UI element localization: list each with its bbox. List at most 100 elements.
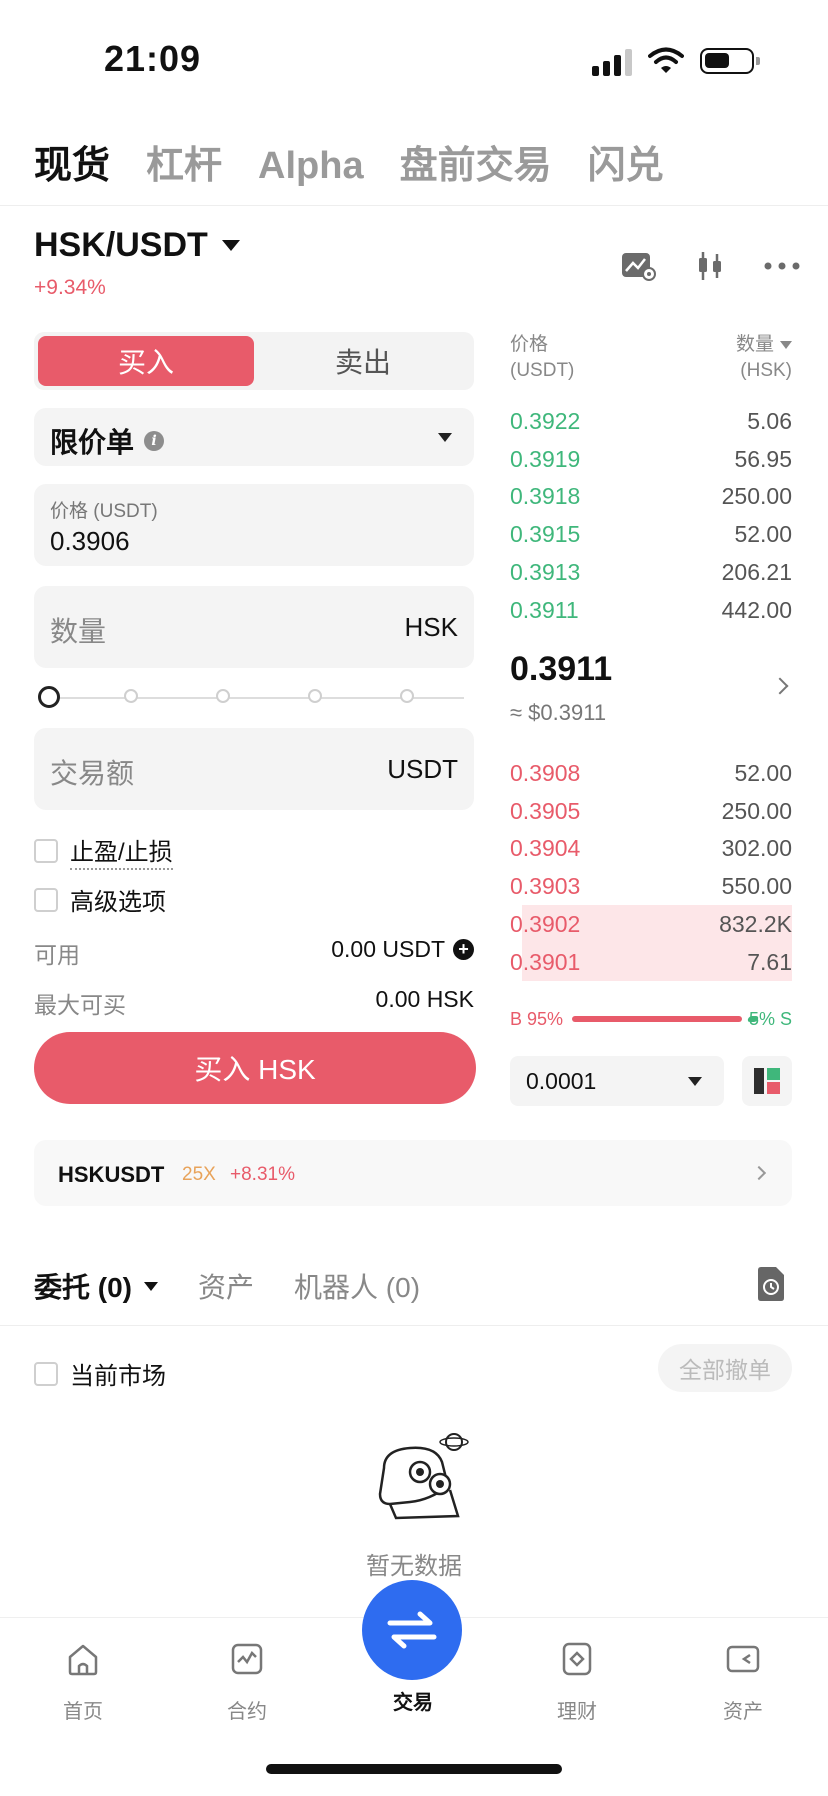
candlestick-icon[interactable] (690, 246, 730, 286)
futures-banner[interactable]: HSKUSDT 25X +8.31% (34, 1140, 792, 1206)
slider-step-50[interactable] (216, 689, 230, 703)
orderbook-layout-icon (754, 1068, 780, 1094)
chevron-down-icon (438, 433, 452, 442)
orderbook-price-header: 价格 (510, 334, 549, 355)
bid-qty: 7.61 (747, 948, 792, 975)
ask-price: 0.3915 (510, 521, 581, 548)
bid-qty: 550.00 (721, 873, 792, 900)
ask-row[interactable]: 0.3918 250.00 (510, 477, 792, 515)
chart-settings-icon[interactable] (618, 246, 658, 286)
buy-submit-button[interactable]: 买入 HSK (34, 1032, 476, 1104)
ask-row[interactable]: 0.3911 442.00 (510, 591, 792, 629)
bid-price: 0.3901 (510, 948, 581, 975)
quantity-input[interactable]: 数量 HSK (34, 586, 474, 668)
market-type-tabs: 现货 杠杆 Alpha 盘前交易 闪兑 (34, 134, 664, 194)
ask-price: 0.3919 (510, 445, 581, 472)
ask-qty: 56.95 (734, 445, 792, 472)
more-icon[interactable] (762, 246, 802, 286)
tp-sl-option[interactable]: 止盈/止损 (34, 832, 173, 870)
ask-qty: 52.00 (734, 521, 792, 548)
earn-icon (562, 1642, 592, 1676)
order-type-select[interactable]: 限价单 i (34, 408, 474, 466)
add-funds-icon[interactable]: + (453, 939, 474, 960)
tab-spot[interactable]: 现货 (34, 134, 110, 189)
orderbook-qty-toggle[interactable]: 数量 (HSK) (736, 332, 792, 384)
info-icon[interactable]: i (144, 431, 165, 451)
bid-row[interactable]: 0.3905 250.00 (510, 792, 792, 830)
bid-row[interactable]: 0.3901 7.61 (510, 942, 792, 981)
futures-symbol: HSKUSDT (58, 1162, 165, 1187)
header-actions (618, 246, 802, 286)
trade-amount-input[interactable]: 交易额 USDT (34, 728, 474, 810)
ask-row[interactable]: 0.3913 206.21 (510, 553, 792, 591)
bid-price: 0.3908 (510, 760, 581, 786)
tab-assets[interactable]: 资产 (198, 1266, 254, 1306)
swap-arrows-icon (387, 1611, 437, 1649)
nav-futures-label: 合约 (227, 1701, 267, 1723)
current-market-checkbox[interactable] (34, 1361, 58, 1386)
ask-row[interactable]: 0.3919 56.95 (510, 440, 792, 478)
slider-step-25[interactable] (124, 689, 138, 703)
futures-icon (231, 1643, 263, 1675)
tick-size-select[interactable]: 0.0001 (510, 1056, 724, 1106)
nav-home-label: 首页 (63, 1701, 103, 1723)
orderbook-price-unit: (USDT) (510, 360, 575, 381)
ask-qty: 250.00 (721, 483, 792, 510)
nav-home[interactable]: 首页 (28, 1640, 138, 1724)
bid-row[interactable]: 0.3904 302.00 (510, 829, 792, 867)
price-caption: 价格 (USDT) (50, 501, 158, 522)
tab-premarket[interactable]: 盘前交易 (400, 134, 552, 189)
orderbook-qty-unit: (HSK) (740, 360, 792, 381)
ask-row[interactable]: 0.3915 52.00 (510, 515, 792, 553)
tab-open-orders[interactable]: 委托 (0) (34, 1266, 159, 1306)
nav-assets-label: 资产 (723, 1701, 763, 1723)
chevron-right-icon (751, 1165, 767, 1181)
orderbook-layout-button[interactable] (742, 1056, 792, 1106)
slider-step-100[interactable] (400, 689, 414, 703)
price-input[interactable]: 价格 (USDT) 0.3906 (34, 484, 474, 566)
futures-leverage: 25X (182, 1164, 216, 1185)
order-history-icon[interactable] (756, 1266, 786, 1302)
ask-price: 0.3911 (510, 596, 579, 623)
advanced-checkbox[interactable] (34, 887, 58, 912)
sell-ratio-label: 5% S (748, 1009, 792, 1029)
chevron-right-icon[interactable] (771, 677, 789, 695)
tab-margin[interactable]: 杠杆 (146, 134, 222, 189)
nav-assets[interactable]: 资产 (688, 1640, 798, 1724)
trade-fab-button[interactable] (362, 1580, 462, 1680)
slider-handle[interactable] (38, 686, 60, 708)
empty-binoculars-icon (378, 1433, 469, 1520)
pair-symbol: HSK/USDT (34, 226, 208, 264)
max-buy-value: 0.00 HSK (375, 986, 474, 1012)
buy-tab[interactable]: 买入 (38, 336, 254, 386)
tp-sl-label: 止盈/止损 (70, 832, 173, 870)
amount-slider[interactable] (38, 686, 470, 710)
tab-convert[interactable]: 闪兑 (588, 134, 664, 189)
last-price[interactable]: 0.3911 (510, 650, 612, 689)
buy-ratio-bar (572, 1016, 742, 1022)
bid-row[interactable]: 0.3903 550.00 (510, 867, 792, 905)
sell-tab[interactable]: 卖出 (256, 336, 470, 386)
bid-row[interactable]: 0.3902 832.2K (510, 904, 792, 943)
bid-qty: 302.00 (721, 835, 792, 862)
bid-row[interactable]: 0.3908 52.00 (510, 754, 792, 792)
ask-row[interactable]: 0.3922 5.06 (510, 402, 792, 440)
quantity-unit: HSK (404, 612, 458, 642)
cancel-all-button[interactable]: 全部撤单 (658, 1344, 792, 1392)
bid-qty: 250.00 (721, 797, 792, 824)
tab-bots[interactable]: 机器人 (0) (294, 1266, 420, 1306)
nav-futures[interactable]: 合约 (192, 1640, 302, 1724)
amount-unit: USDT (387, 754, 458, 784)
current-market-filter[interactable]: 当前市场 (34, 1356, 166, 1391)
pair-selector[interactable]: HSK/USDT (34, 226, 240, 265)
ask-qty: 442.00 (721, 596, 792, 623)
nav-earn[interactable]: 理财 (522, 1640, 632, 1724)
nav-trade[interactable]: 交易 (358, 1674, 468, 1715)
advanced-option[interactable]: 高级选项 (34, 882, 166, 917)
tp-sl-checkbox[interactable] (34, 839, 58, 863)
tab-alpha[interactable]: Alpha (258, 145, 364, 188)
slider-step-75[interactable] (308, 689, 322, 703)
bid-qty: 52.00 (734, 760, 792, 786)
bid-price: 0.3903 (510, 873, 581, 900)
ask-price: 0.3913 (510, 558, 581, 585)
